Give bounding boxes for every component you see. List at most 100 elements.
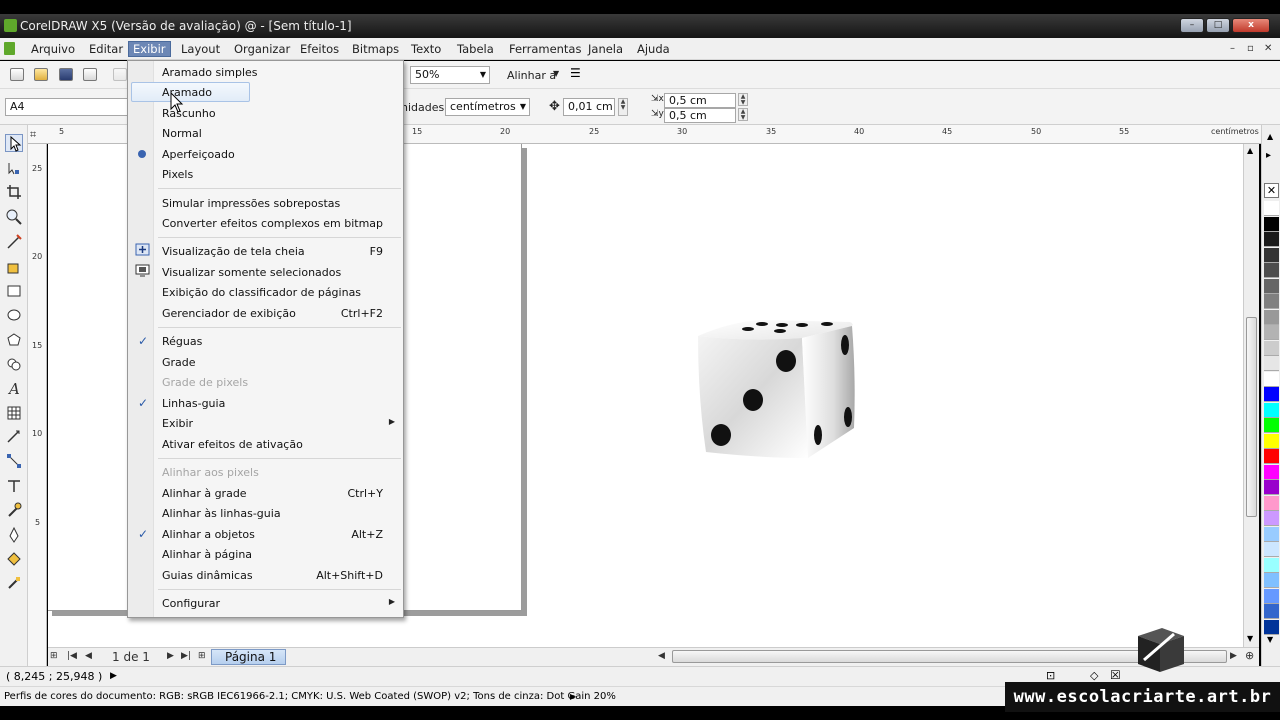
duplicate-x-input[interactable]: 0,5 cm bbox=[664, 93, 736, 108]
color-swatch[interactable] bbox=[1264, 433, 1279, 449]
ruler-origin-icon[interactable]: ⌗ bbox=[30, 128, 36, 142]
color-swatch[interactable] bbox=[1264, 619, 1279, 635]
status-expand-icon[interactable]: ▶ bbox=[110, 671, 117, 681]
menu-item-classificador-paginas[interactable]: Exibição do classificador de páginas bbox=[130, 282, 401, 302]
menu-editar[interactable]: Editar bbox=[85, 41, 127, 57]
color-swatch[interactable] bbox=[1264, 247, 1279, 263]
color-swatch[interactable] bbox=[1264, 511, 1279, 526]
menu-item-configurar[interactable]: Configurar ▶ bbox=[130, 593, 401, 613]
save-icon[interactable] bbox=[59, 68, 73, 81]
rectangle-tool-icon[interactable] bbox=[5, 282, 23, 300]
units-select[interactable]: centímetros ▼ bbox=[445, 98, 530, 116]
first-page-icon[interactable]: |◀ bbox=[67, 651, 77, 661]
color-swatch[interactable] bbox=[1264, 557, 1279, 573]
palette-scroll-down-icon[interactable]: ▼ bbox=[1267, 635, 1273, 644]
fill-indicator-icon[interactable]: ◇ bbox=[1090, 669, 1098, 682]
close-button[interactable]: x bbox=[1232, 18, 1270, 33]
interactive-fill-tool-icon[interactable] bbox=[5, 574, 23, 592]
color-swatch[interactable] bbox=[1264, 201, 1279, 216]
menu-ferramentas[interactable]: Ferramentas bbox=[505, 41, 585, 57]
options-icon[interactable]: ☰ bbox=[570, 66, 584, 80]
color-swatch[interactable] bbox=[1264, 495, 1279, 511]
menu-item-aramado-simples[interactable]: Aramado simples bbox=[130, 62, 401, 82]
color-swatch[interactable] bbox=[1264, 340, 1279, 356]
maximize-button[interactable]: □ bbox=[1206, 18, 1230, 33]
color-swatch[interactable] bbox=[1264, 278, 1279, 294]
menu-item-linhas-guia[interactable]: ✓ Linhas-guia bbox=[130, 393, 401, 413]
menu-item-aperfeicoado[interactable]: Aperfeiçoado bbox=[130, 144, 401, 164]
menu-item-simular-impressoes[interactable]: Simular impressões sobrepostas bbox=[130, 193, 401, 213]
shape-tool-icon[interactable] bbox=[5, 160, 23, 178]
pick-tool-icon[interactable] bbox=[5, 134, 23, 152]
menu-tabela[interactable]: Tabela bbox=[453, 41, 498, 57]
freehand-tool-icon[interactable] bbox=[5, 233, 23, 251]
menu-item-exibir-submenu[interactable]: Exibir ▶ bbox=[130, 413, 401, 433]
menu-layout[interactable]: Layout bbox=[177, 41, 224, 57]
profile-expand-icon[interactable]: ▶ bbox=[570, 692, 576, 701]
duplicate-y-input[interactable]: 0,5 cm bbox=[664, 108, 736, 123]
menu-texto[interactable]: Texto bbox=[407, 41, 445, 57]
previous-page-icon[interactable]: ◀ bbox=[85, 651, 92, 661]
color-swatch[interactable] bbox=[1264, 232, 1279, 247]
fill-tool-icon[interactable] bbox=[5, 550, 23, 568]
vertical-scroll-thumb[interactable] bbox=[1246, 317, 1257, 517]
palette-flyout-icon[interactable]: ▸ bbox=[1266, 150, 1271, 161]
print-icon[interactable] bbox=[83, 68, 97, 81]
menu-item-aramado[interactable]: Aramado bbox=[131, 82, 250, 102]
tab-pagina-1[interactable]: Página 1 bbox=[211, 649, 286, 665]
snap-to-dropdown-icon[interactable]: ▼ bbox=[553, 69, 559, 78]
smart-fill-tool-icon[interactable] bbox=[5, 258, 23, 276]
color-swatch[interactable] bbox=[1264, 325, 1279, 340]
add-page-before-icon[interactable]: ⊞ bbox=[50, 651, 58, 661]
duplicate-y-spinner[interactable]: ▲ ▼ bbox=[738, 108, 748, 121]
duplicate-x-spinner[interactable]: ▲ ▼ bbox=[738, 93, 748, 106]
vertical-scrollbar[interactable]: ▲ ▼ bbox=[1243, 144, 1259, 647]
menu-item-alinhar-objetos[interactable]: ✓ Alinhar a objetos Alt+Z bbox=[130, 524, 401, 544]
doc-minimize-icon[interactable]: – bbox=[1230, 43, 1235, 54]
menu-item-pixels[interactable]: Pixels bbox=[130, 164, 401, 184]
menu-item-visualizar-selecionados[interactable]: Visualizar somente selecionados bbox=[130, 262, 401, 282]
menu-janela[interactable]: Janela bbox=[584, 41, 627, 57]
outline-pen-tool-icon[interactable] bbox=[5, 526, 23, 544]
color-swatch[interactable] bbox=[1264, 387, 1279, 402]
color-swatch[interactable] bbox=[1264, 356, 1279, 371]
color-swatch[interactable] bbox=[1264, 604, 1279, 619]
color-swatch[interactable] bbox=[1264, 216, 1279, 232]
color-swatch[interactable] bbox=[1264, 588, 1279, 604]
color-swatch[interactable] bbox=[1264, 309, 1279, 325]
color-swatch[interactable] bbox=[1264, 573, 1279, 588]
snap-to-label[interactable]: Alinhar a bbox=[507, 69, 556, 82]
text-tool-icon[interactable]: A bbox=[5, 379, 23, 398]
color-swatch[interactable] bbox=[1264, 542, 1279, 557]
document-icon[interactable] bbox=[4, 42, 15, 55]
color-swatch[interactable] bbox=[1264, 449, 1279, 464]
vertical-ruler[interactable]: 25 20 15 10 5 bbox=[28, 144, 47, 666]
menu-item-guias-dinamicas[interactable]: Guias dinâmicas Alt+Shift+D bbox=[130, 565, 401, 585]
menu-item-tela-cheia[interactable]: Visualização de tela cheia F9 bbox=[130, 241, 401, 261]
dimension-tool-icon[interactable] bbox=[5, 428, 23, 446]
add-page-after-icon[interactable]: ⊞ bbox=[198, 651, 206, 661]
open-folder-icon[interactable] bbox=[34, 68, 48, 81]
menu-item-efeitos-ativacao[interactable]: Ativar efeitos de ativação bbox=[130, 434, 401, 454]
table-tool-icon[interactable] bbox=[5, 404, 23, 422]
doc-close-icon[interactable]: ✕ bbox=[1264, 43, 1272, 54]
scroll-left-icon[interactable]: ◀ bbox=[658, 651, 665, 661]
menu-item-converter-efeitos[interactable]: Converter efeitos complexos em bitmap bbox=[130, 213, 401, 233]
menu-bitmaps[interactable]: Bitmaps bbox=[348, 41, 403, 57]
color-swatch[interactable] bbox=[1264, 418, 1279, 433]
minimize-button[interactable]: – bbox=[1180, 18, 1204, 33]
scroll-down-icon[interactable]: ▼ bbox=[1247, 634, 1253, 643]
connector-tool-icon[interactable] bbox=[5, 452, 23, 470]
blend-tool-icon[interactable] bbox=[5, 477, 23, 495]
ellipse-tool-icon[interactable] bbox=[5, 306, 23, 324]
menu-efeitos[interactable]: Efeitos bbox=[296, 41, 343, 57]
navigator-icon[interactable]: ⊕ bbox=[1245, 649, 1254, 662]
color-swatch[interactable] bbox=[1264, 263, 1279, 278]
color-swatch[interactable] bbox=[1264, 480, 1279, 495]
new-document-icon[interactable] bbox=[10, 68, 24, 81]
color-swatch[interactable] bbox=[1264, 371, 1279, 387]
outline-indicator-icon[interactable]: ☒ bbox=[1110, 668, 1121, 682]
color-swatch[interactable] bbox=[1264, 526, 1279, 542]
menu-item-reguas[interactable]: ✓ Réguas bbox=[130, 331, 401, 351]
next-page-icon[interactable]: ▶ bbox=[167, 651, 174, 661]
